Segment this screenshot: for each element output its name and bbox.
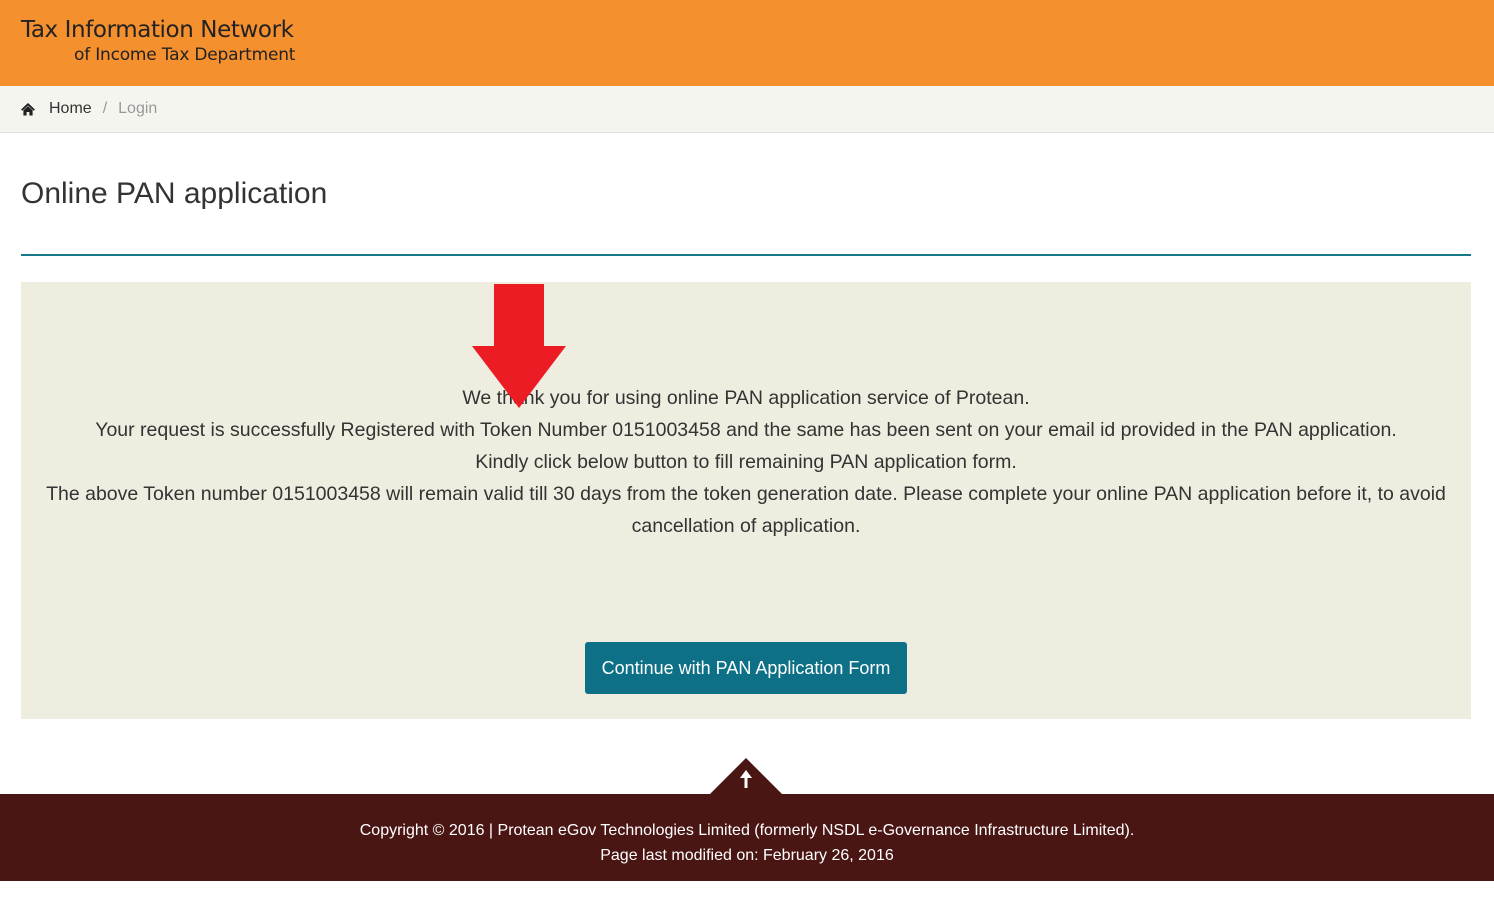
continue-pan-form-button[interactable]: Continue with PAN Application Form (585, 642, 907, 694)
site-logo[interactable]: Tax Information Network of Income Tax De… (21, 16, 295, 66)
confirmation-panel: We thank you for using online PAN applic… (21, 282, 1471, 719)
site-footer: Copyright © 2016 | Protean eGov Technolo… (0, 794, 1494, 881)
title-divider (21, 254, 1471, 256)
logo-title: Tax Information Network (21, 17, 294, 43)
scroll-to-top-button[interactable] (709, 758, 783, 795)
token-validity-text: The above Token number 0151003458 will r… (46, 483, 1446, 537)
thank-you-text: We thank you for using online PAN applic… (462, 387, 1030, 409)
red-down-arrow-icon (472, 284, 568, 409)
breadcrumb-separator: / (102, 100, 108, 117)
logo-subtitle: of Income Tax Department (74, 45, 296, 65)
breadcrumb: Home / Login (0, 86, 1494, 133)
site-header: Tax Information Network of Income Tax De… (0, 0, 1494, 86)
token-registered-text: Your request is successfully Registered … (95, 419, 1397, 441)
footer-copyright: Copyright © 2016 | Protean eGov Technolo… (359, 822, 1135, 839)
confirmation-message: We thank you for using online PAN applic… (21, 382, 1471, 542)
breadcrumb-current: Login (118, 100, 158, 117)
home-icon[interactable] (20, 102, 36, 116)
breadcrumb-home-link[interactable]: Home (49, 100, 92, 118)
page-title: Online PAN application (21, 177, 328, 210)
instruction-text: Kindly click below button to fill remain… (475, 451, 1017, 473)
footer-last-modified: Page last modified on: February 26, 2016 (600, 847, 894, 864)
